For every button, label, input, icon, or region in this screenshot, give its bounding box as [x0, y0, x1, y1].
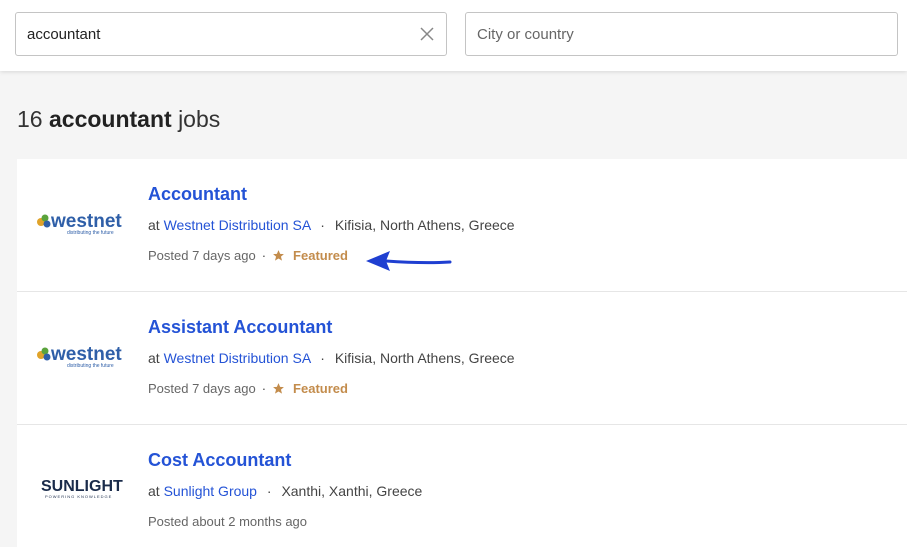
arrow-icon: [366, 251, 452, 271]
westnet-logo: westnet distributing the future: [37, 211, 122, 236]
results-heading: 16 accountant jobs: [17, 106, 220, 133]
posted-date: Posted 7 days ago: [148, 381, 256, 396]
separator: ·: [320, 350, 325, 366]
separator: ·: [266, 483, 272, 499]
job-posted-row: Posted 7 days ago · Featured: [148, 248, 348, 263]
svg-text:distributing the future: distributing the future: [67, 230, 114, 236]
star-icon: [273, 250, 284, 261]
results-count: 16: [17, 106, 43, 132]
job-posted-row: Posted 7 days ago · Featured: [148, 381, 348, 396]
separator: ·: [320, 217, 325, 233]
job-meta: at Westnet Distribution SA · Kifisia, No…: [148, 217, 515, 233]
company-link[interactable]: Westnet Distribution SA: [164, 217, 311, 233]
featured-label: Featured: [293, 248, 348, 263]
keyword-search-box[interactable]: [15, 12, 447, 56]
svg-text:westnet: westnet: [50, 344, 122, 365]
job-posted-row: Posted about 2 months ago: [148, 514, 307, 529]
svg-text:POWERING KNOWLEDGE: POWERING KNOWLEDGE: [45, 494, 112, 499]
job-location: Kifisia, North Athens, Greece: [334, 350, 515, 366]
job-meta: at Westnet Distribution SA · Kifisia, No…: [148, 350, 515, 366]
results-suffix: jobs: [178, 106, 221, 132]
featured-badge: Featured: [272, 248, 348, 263]
sunlight-logo: SUNLIGHT POWERING KNOWLEDGE: [41, 478, 123, 499]
posted-date: Posted about 2 months ago: [148, 514, 308, 529]
separator: ·: [261, 248, 267, 263]
search-bar: [0, 0, 907, 71]
featured-label: Featured: [293, 381, 348, 396]
job-location: Xanthi, Xanthi, Greece: [281, 483, 423, 499]
location-search-box[interactable]: [465, 12, 898, 56]
star-icon: [273, 383, 284, 394]
job-card[interactable]: westnet distributing the future Accounta…: [17, 159, 907, 292]
job-meta: at Sunlight Group · Xanthi, Xanthi, Gree…: [148, 483, 422, 499]
at-label: at: [148, 483, 160, 499]
separator: ·: [261, 381, 267, 396]
at-label: at: [148, 217, 160, 233]
job-title-link[interactable]: Assistant Accountant: [148, 317, 332, 338]
location-input[interactable]: [477, 13, 857, 55]
svg-text:westnet: westnet: [50, 211, 122, 232]
job-title-link[interactable]: Accountant: [148, 184, 247, 205]
job-card[interactable]: SUNLIGHT POWERING KNOWLEDGE Cost Account…: [17, 425, 907, 547]
job-list: westnet distributing the future Accounta…: [17, 159, 907, 547]
company-link[interactable]: Sunlight Group: [164, 483, 257, 499]
westnet-logo: westnet distributing the future: [37, 344, 122, 369]
svg-text:SUNLIGHT: SUNLIGHT: [41, 478, 123, 495]
close-icon[interactable]: [419, 26, 435, 42]
featured-badge: Featured: [272, 381, 348, 396]
at-label: at: [148, 350, 160, 366]
job-title-link[interactable]: Cost Accountant: [148, 450, 291, 471]
posted-date: Posted 7 days ago: [148, 248, 256, 263]
keyword-input[interactable]: [27, 13, 407, 55]
results-keyword: accountant: [48, 106, 172, 132]
job-location: Kifisia, North Athens, Greece: [334, 217, 515, 233]
job-card[interactable]: westnet distributing the future Assistan…: [17, 292, 907, 425]
svg-text:distributing the future: distributing the future: [67, 363, 114, 369]
company-link[interactable]: Westnet Distribution SA: [164, 350, 311, 366]
